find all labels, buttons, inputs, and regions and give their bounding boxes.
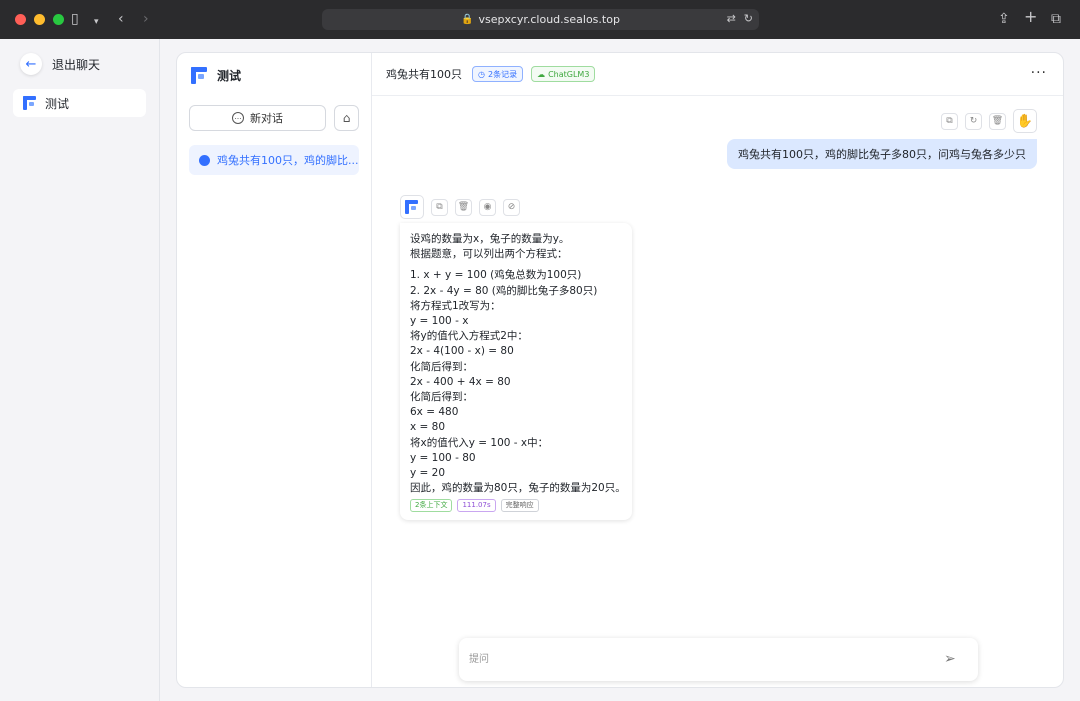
new-chat-button[interactable]: … 新对话 bbox=[189, 105, 326, 131]
full-response-badge[interactable]: 完整响应 bbox=[500, 499, 539, 513]
copy-icon[interactable]: ⧉ bbox=[431, 198, 448, 216]
clock-icon: ◷ bbox=[478, 69, 485, 79]
ai-response-tags: 2条上下文 111.07s 完整响应 bbox=[410, 499, 622, 513]
more-options-icon[interactable]: ··· bbox=[1031, 65, 1047, 81]
reload-icon[interactable]: ↻ bbox=[744, 12, 753, 25]
list-item: 1. x + y = 100 (鸡兔总数为100只) bbox=[410, 269, 582, 282]
sidebar-toggle-icon[interactable]: ▯ bbox=[71, 11, 79, 27]
ai-text-line: 化简后得到： bbox=[410, 391, 473, 404]
chat-input[interactable] bbox=[469, 650, 929, 668]
record-count-label: 2条记录 bbox=[487, 69, 518, 79]
ai-avatar bbox=[400, 195, 424, 219]
new-tab-icon[interactable]: + bbox=[1024, 9, 1037, 25]
list-item: 2. 2x - 4y = 80 (鸡的脚比兔子多80只) bbox=[410, 284, 598, 297]
chat-title: 鸡兔共有100只 bbox=[386, 68, 462, 81]
model-badge: ☁ ChatGLM3 bbox=[531, 66, 596, 82]
history-title-label: 测试 bbox=[217, 69, 242, 83]
app-root: ← 退出聊天 测试 测试 … 新对话 ⌂ 鸡兔共有100只，鸡的脚比... 鸡兔… bbox=[0, 39, 1080, 701]
app-logo-icon bbox=[23, 96, 37, 110]
send-icon[interactable]: ➢ bbox=[944, 651, 962, 669]
speaker-icon[interactable]: ◉ bbox=[479, 198, 496, 216]
new-chat-label: 新对话 bbox=[250, 112, 283, 125]
ai-text-line: 将x的值代入y = 100 - x中： bbox=[410, 436, 549, 449]
record-count-badge[interactable]: ◷ 2条记录 bbox=[472, 66, 524, 82]
address-bar[interactable]: 🔒 vsepxcyr.cloud.sealos.top ⇄ ↻ bbox=[322, 9, 759, 30]
history-item[interactable]: 鸡兔共有100只，鸡的脚比... bbox=[189, 145, 359, 175]
exit-chat-button[interactable]: ← 退出聊天 bbox=[20, 53, 100, 75]
ai-equation-list: 1. x + y = 100 (鸡兔总数为100只) 2. 2x - 4y = … bbox=[410, 268, 622, 298]
ai-text-line: y = 20 bbox=[410, 467, 446, 480]
ai-text-line: 2x - 4(100 - x) = 80 bbox=[410, 345, 514, 358]
context-count-badge[interactable]: 2条上下文 bbox=[410, 499, 453, 513]
ai-text-line: 2x - 400 + 4x = 80 bbox=[410, 375, 511, 388]
share-icon[interactable]: ⇪ bbox=[998, 11, 1010, 27]
app-logo-icon bbox=[404, 199, 420, 215]
ai-message-bubble: 设鸡的数量为x，兔子的数量为y。 根据题意，可以列出两个方程式： 1. x + … bbox=[400, 223, 632, 521]
chat-bubble-icon bbox=[199, 154, 210, 166]
broom-icon: ⌂ bbox=[342, 111, 351, 125]
sidebar-item-app[interactable]: 测试 bbox=[13, 89, 146, 117]
clear-history-button[interactable]: ⌂ bbox=[334, 105, 359, 131]
ai-text-line: 6x = 480 bbox=[410, 406, 459, 419]
url-text: vsepxcyr.cloud.sealos.top bbox=[478, 13, 620, 26]
main-card: 测试 … 新对话 ⌂ 鸡兔共有100只，鸡的脚比... 鸡兔共有100只 ◷ 2… bbox=[176, 52, 1064, 688]
browser-toolbar: ▯ ▾ ‹ › 🔒 vsepxcyr.cloud.sealos.top ⇄ ↻ … bbox=[0, 0, 1080, 39]
lock-icon: 🔒 bbox=[461, 14, 474, 25]
minimize-window-button[interactable] bbox=[34, 14, 45, 25]
back-icon[interactable]: ‹ bbox=[118, 11, 124, 27]
history-item-label: 鸡兔共有100只，鸡的脚比... bbox=[217, 154, 359, 167]
chat-input-box: ➢ bbox=[459, 638, 978, 681]
sidebar-item-label: 测试 bbox=[45, 96, 70, 111]
user-message-bubble: 鸡兔共有100只，鸡的脚比兔子多80只，问鸡与兔各多少只 bbox=[727, 139, 1037, 169]
forward-icon[interactable]: › bbox=[143, 11, 149, 27]
chat-bubble-icon: … bbox=[232, 112, 244, 124]
response-time-badge: 111.07s bbox=[457, 499, 496, 513]
ai-text-line: 将y的值代入方程式2中： bbox=[410, 330, 528, 343]
copy-icon[interactable]: ⧉ bbox=[941, 112, 958, 130]
close-window-button[interactable] bbox=[15, 14, 26, 25]
left-sidebar: ← 退出聊天 测试 bbox=[0, 39, 160, 701]
delete-icon[interactable]: 🗑 bbox=[455, 198, 472, 216]
chevron-down-icon[interactable]: ▾ bbox=[94, 14, 99, 30]
ai-text-line: y = 100 - 80 bbox=[410, 451, 476, 464]
zoom-window-button[interactable] bbox=[53, 14, 64, 25]
history-title: 测试 bbox=[191, 67, 241, 84]
cloud-icon: ☁ bbox=[537, 69, 546, 79]
translate-icon[interactable]: ⇄ bbox=[727, 12, 736, 25]
arrow-left-icon: ← bbox=[20, 53, 42, 75]
ai-text-line: 设鸡的数量为x，兔子的数量为y。 bbox=[410, 233, 570, 245]
chat-header: 鸡兔共有100只 ◷ 2条记录 ☁ ChatGLM3 ··· bbox=[372, 53, 1063, 96]
window-controls bbox=[15, 14, 64, 25]
user-avatar: ✋ bbox=[1013, 109, 1037, 133]
ai-text-line: 根据题意，可以列出两个方程式： bbox=[410, 248, 568, 261]
ai-text-line: y = 100 - x bbox=[410, 315, 469, 328]
ai-message-toolbar: ⧉ 🗑 ◉ ⊘ bbox=[400, 195, 520, 219]
ai-text-line: x = 80 bbox=[410, 421, 446, 434]
app-logo-icon bbox=[191, 67, 208, 84]
ai-text-line: 将方程式1改写为： bbox=[410, 299, 501, 312]
ai-text-line: 化简后得到： bbox=[410, 360, 473, 373]
tab-overview-icon[interactable]: ⧉ bbox=[1051, 11, 1061, 27]
retry-icon[interactable]: ↻ bbox=[965, 112, 982, 130]
ai-text-line: 因此，鸡的数量为80只，兔子的数量为20只。 bbox=[410, 482, 626, 495]
thumbs-down-icon[interactable]: ⊘ bbox=[503, 198, 520, 216]
user-message-toolbar: ⧉ ↻ 🗑 ✋ bbox=[941, 109, 1037, 133]
exit-chat-label: 退出聊天 bbox=[52, 57, 101, 72]
chat-panel: 鸡兔共有100只 ◷ 2条记录 ☁ ChatGLM3 ··· ⧉ ↻ 🗑 ✋ 鸡… bbox=[372, 53, 1063, 687]
delete-icon[interactable]: 🗑 bbox=[989, 112, 1006, 130]
model-label: ChatGLM3 bbox=[548, 69, 590, 79]
history-panel: 测试 … 新对话 ⌂ 鸡兔共有100只，鸡的脚比... bbox=[177, 53, 372, 687]
